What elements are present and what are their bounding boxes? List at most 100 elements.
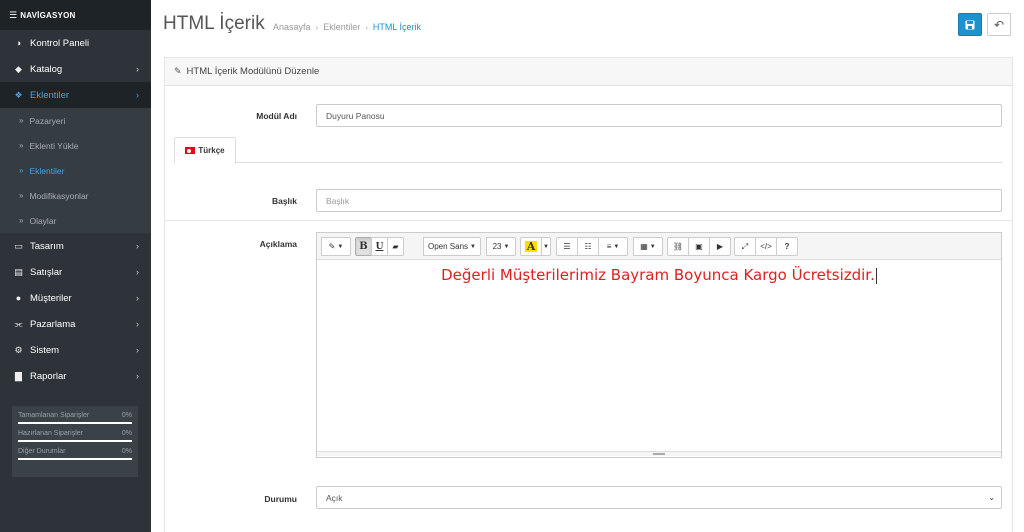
- sidebar-item-catalog[interactable]: ◆ Katalog ›: [0, 56, 151, 82]
- image-icon: ▣: [695, 242, 703, 251]
- breadcrumb-current[interactable]: HTML İçerik: [373, 22, 421, 32]
- subitem-marketplace[interactable]: » Pazaryeri: [0, 108, 151, 133]
- code-icon: </>: [760, 242, 772, 251]
- hamburger-icon: ☰: [9, 9, 18, 20]
- sidebar-item-label: Satışlar: [30, 266, 63, 278]
- font-family-value: Open Sans: [428, 242, 469, 251]
- caret-down-icon: ▼: [470, 243, 476, 250]
- code-view-button[interactable]: </>: [755, 237, 777, 256]
- subitem-label: Eklentiler: [29, 165, 65, 176]
- unordered-list-button[interactable]: ☰: [556, 237, 578, 256]
- editor-content-text: Değerli Müşterilerimiz Bayram Boyunca Ka…: [317, 266, 1001, 284]
- breadcrumb-extensions[interactable]: Eklentiler: [323, 22, 360, 32]
- image-button[interactable]: ▣: [688, 237, 710, 256]
- cart-icon: ▤: [14, 266, 23, 277]
- nav-heading-label: NAVİGASYON: [20, 10, 76, 20]
- tag-icon: ◆: [15, 63, 22, 74]
- main-content: HTML İçerik Anasayfa › Eklentiler › HTML…: [151, 0, 1024, 532]
- status-label: Durumu: [264, 494, 297, 504]
- sidebar-item-marketing[interactable]: ⫘ Pazarlama ›: [0, 311, 151, 337]
- edit-panel: ✎ HTML İçerik Modülünü Düzenle Modül Adı…: [164, 57, 1013, 532]
- sidebar-item-customers[interactable]: ● Müşteriler ›: [0, 285, 151, 311]
- stat-other: Diğer Durumlar 0%: [18, 448, 132, 460]
- paragraph-button[interactable]: ≡ ▼: [598, 237, 628, 256]
- caret-down-icon: ▼: [337, 243, 344, 250]
- sidebar-item-label: Raporlar: [30, 370, 67, 382]
- status-select[interactable]: Açık ⌄: [316, 486, 1002, 509]
- sidebar-item-label: Pazarlama: [30, 318, 76, 330]
- user-icon: ●: [15, 293, 22, 303]
- eraser-button[interactable]: ▰: [387, 237, 404, 256]
- module-name-input[interactable]: Duyuru Panosu: [316, 104, 1002, 127]
- bold-button[interactable]: B: [355, 237, 372, 256]
- table-button[interactable]: ▦ ▼: [633, 237, 663, 256]
- link-button[interactable]: ⛓: [667, 237, 689, 256]
- expand-icon: ⤢: [741, 241, 749, 251]
- font-family-select[interactable]: Open Sans ▼: [423, 237, 481, 256]
- sidebar-item-label: Müşteriler: [30, 292, 72, 304]
- subitem-installer[interactable]: » Eklenti Yükle: [0, 133, 151, 158]
- sidebar-item-sales[interactable]: ▤ Satışlar ›: [0, 259, 151, 285]
- chevron-right-icon: ›: [136, 64, 139, 74]
- text-color-dropdown[interactable]: ▼: [541, 237, 551, 256]
- save-icon: [965, 20, 975, 29]
- editor-text-span: Değerli Müşterilerimiz Bayram Boyunca Ka…: [441, 266, 875, 284]
- gear-icon: ⚙: [14, 344, 23, 355]
- video-icon: ▶: [716, 242, 724, 251]
- link-icon: ⛓: [672, 242, 684, 251]
- tab-turkish[interactable]: Türkçe: [174, 137, 236, 164]
- stat-processing: Hazırlanan Siparişler 0%: [18, 430, 132, 442]
- share-icon: ⫘: [14, 318, 23, 329]
- editor-resize-handle[interactable]: [317, 451, 1001, 456]
- sidebar-item-dashboard[interactable]: ◑ Kontrol Paneli: [0, 30, 151, 56]
- caret-down-icon: ▼: [543, 243, 549, 250]
- editor-toolbar: ✎ ▼ B U ▰ Open Sans ▼ 23 ▼ A ▼ ☰ ☷ ≡ ▼ ▦…: [317, 233, 1001, 260]
- help-button[interactable]: ?: [776, 237, 798, 256]
- back-button[interactable]: ↶: [987, 13, 1011, 36]
- ordered-list-button[interactable]: ☷: [577, 237, 599, 256]
- stat-value: 0%: [121, 430, 132, 437]
- subitem-events[interactable]: » Olaylar: [0, 208, 151, 233]
- fullscreen-button[interactable]: ⤢: [734, 237, 756, 256]
- stat-label: Tamamlanan Siparişler: [18, 412, 90, 419]
- sidebar-item-extensions[interactable]: ❖ Eklentiler ›: [0, 82, 151, 108]
- monitor-icon: ▭: [14, 240, 23, 251]
- editor-content-area[interactable]: Değerli Müşterilerimiz Bayram Boyunca Ka…: [317, 260, 1001, 456]
- underline-button[interactable]: U: [371, 237, 388, 256]
- text-color-button[interactable]: A: [520, 237, 542, 256]
- rich-text-editor: ✎ ▼ B U ▰ Open Sans ▼ 23 ▼ A ▼ ☰ ☷ ≡ ▼ ▦…: [316, 232, 1002, 458]
- breadcrumb-home[interactable]: Anasayfa: [273, 22, 311, 32]
- module-name-label: Modül Adı: [256, 111, 297, 121]
- sidebar-item-reports[interactable]: ▇ Raporlar ›: [0, 363, 151, 389]
- magic-wand-icon: ✎: [328, 242, 336, 251]
- title-input[interactable]: Başlık: [316, 189, 1002, 212]
- bar-chart-icon: ▇: [15, 370, 22, 381]
- sidebar-item-label: Sistem: [30, 344, 60, 356]
- order-stats: Tamamlanan Siparişler 0% Hazırlanan Sipa…: [12, 406, 138, 477]
- chevron-right-icon: ›: [136, 371, 139, 381]
- subitem-modifications[interactable]: » Modifikasyonlar: [0, 183, 151, 208]
- font-size-select[interactable]: 23 ▼: [486, 237, 516, 256]
- chevron-right-icon: ›: [136, 241, 139, 251]
- double-chevron-icon: »: [19, 116, 24, 125]
- sidebar-item-label: Eklentiler: [30, 89, 70, 101]
- table-icon: ▦: [640, 242, 648, 251]
- language-tabs: Türkçe: [174, 137, 1002, 164]
- page-title: HTML İçerik: [163, 13, 265, 34]
- chevron-right-icon: ›: [136, 293, 139, 303]
- style-button[interactable]: ✎ ▼: [321, 237, 351, 256]
- stat-value: 0%: [121, 412, 132, 419]
- video-button[interactable]: ▶: [709, 237, 731, 256]
- double-chevron-icon: »: [19, 191, 24, 200]
- sidebar-item-design[interactable]: ▭ Tasarım ›: [0, 233, 151, 259]
- stat-value: 0%: [121, 448, 132, 455]
- chevron-right-icon: ›: [136, 90, 139, 100]
- breadcrumb-separator-icon: ›: [315, 22, 319, 32]
- stat-completed: Tamamlanan Siparişler 0%: [18, 412, 132, 424]
- extensions-submenu: » Pazaryeri » Eklenti Yükle » Eklentiler…: [0, 108, 151, 233]
- save-button[interactable]: [958, 13, 982, 36]
- sidebar-item-system[interactable]: ⚙ Sistem ›: [0, 337, 151, 363]
- subitem-extensions[interactable]: » Eklentiler: [0, 158, 151, 183]
- nav-heading[interactable]: ☰ NAVİGASYON: [0, 0, 151, 30]
- chevron-right-icon: ›: [136, 345, 139, 355]
